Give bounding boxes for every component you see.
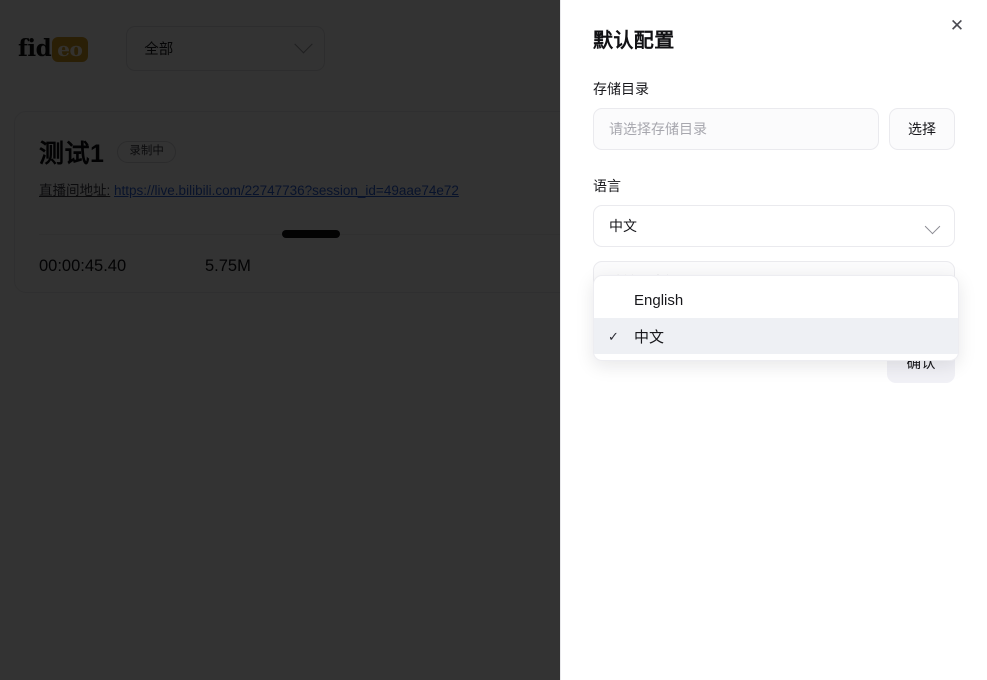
- language-select-value: 中文: [609, 218, 637, 234]
- app-root: fideo 全部 测试1 录制中 直播间地址: https://live.bil…: [0, 0, 987, 680]
- chevron-down-icon: [924, 218, 941, 235]
- check-icon: ✓: [608, 328, 619, 344]
- language-option-english[interactable]: English: [594, 282, 958, 318]
- language-option-chinese[interactable]: ✓ 中文: [594, 318, 958, 354]
- drawer-title: 默认配置: [593, 30, 675, 52]
- language-option-label: 中文: [634, 328, 665, 346]
- storage-dir-label: 存储目录: [593, 81, 649, 97]
- storage-dir-row: 选择: [593, 108, 955, 150]
- language-dropdown[interactable]: English ✓ 中文: [593, 275, 959, 361]
- close-icon[interactable]: ✕: [945, 13, 969, 37]
- storage-dir-input[interactable]: [593, 108, 879, 150]
- language-select[interactable]: 中文: [593, 205, 955, 247]
- browse-button[interactable]: 选择: [889, 108, 955, 150]
- language-label: 语言: [593, 178, 621, 194]
- modal-overlay[interactable]: [0, 0, 560, 680]
- language-option-label: English: [634, 291, 684, 309]
